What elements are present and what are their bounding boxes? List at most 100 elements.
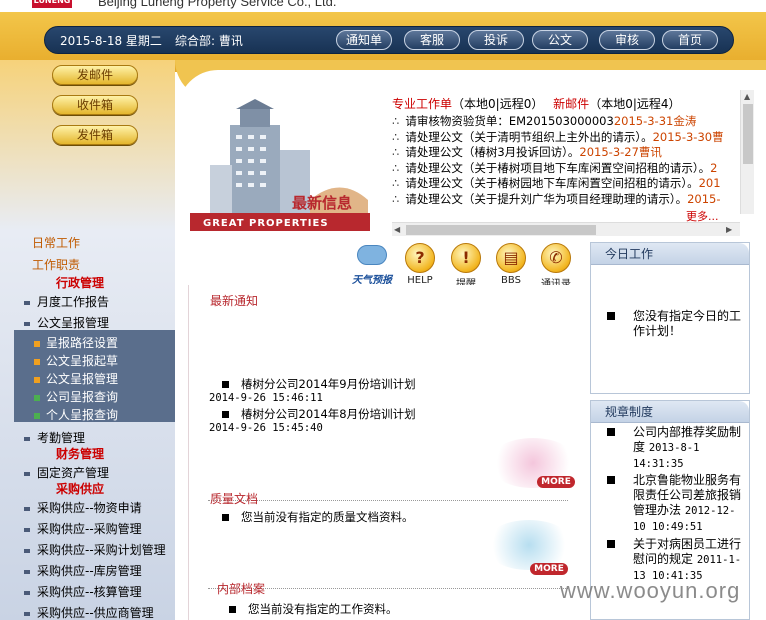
info-row[interactable]: ∴ 请处理公文（关于椿树园地下车库闲置空间招租的请示）。201 <box>392 176 740 192</box>
sidebar-subitem-personal-query[interactable]: 个人呈报查询 <box>34 406 118 423</box>
info-header: 专业工作单（本地0|远程0） 新邮件（本地0|远程4） <box>392 95 681 112</box>
latest-notice-title: 最新通知 <box>210 294 259 308</box>
notice-time: 2014-9-26 15:46:11 <box>209 392 323 404</box>
bullet-icon <box>222 381 229 388</box>
current-user: 综合部: 曹讯 <box>175 34 243 48</box>
info-row[interactable]: ∴ 请处理公文（关于提升刘广华为项目经理助理的请示）。2015- <box>392 192 740 208</box>
new-mail-tab[interactable]: 新邮件 <box>553 97 589 111</box>
scroll-thumb[interactable] <box>743 104 753 164</box>
orange-square-icon <box>34 358 40 365</box>
outbox-button[interactable]: 发件箱 <box>52 125 138 145</box>
green-square-icon <box>34 412 40 419</box>
company-name: Beijing Luneng Property Service Co., Ltd… <box>98 0 337 9</box>
sidebar-subitem-draft[interactable]: 公文呈报起草 <box>34 352 118 369</box>
arrow-icon: ∴ <box>392 114 400 128</box>
bullet-icon <box>607 540 615 548</box>
quality-more-button[interactable]: MORE <box>530 563 568 575</box>
company-logo: LUNENG <box>32 0 72 8</box>
info-row[interactable]: ∴ 请处理公文（关于椿树项目地下车库闲置空间招租的请示）。2 <box>392 161 740 177</box>
sidebar-item-fixed-assets[interactable]: 固定资产管理 <box>24 464 109 481</box>
sidebar-item-monthly-report[interactable]: 月度工作报告 <box>24 293 109 310</box>
arrow-icon: ∴ <box>392 191 400 206</box>
divider <box>208 500 568 501</box>
bullet-icon <box>222 411 229 418</box>
work-order-tab[interactable]: 专业工作单 <box>392 97 452 111</box>
sidebar-item-attendance[interactable]: 考勤管理 <box>24 429 85 446</box>
sidebar-section-daily-work[interactable]: 日常工作 <box>32 234 80 251</box>
notice-time: 2014-9-26 15:45:40 <box>209 422 323 434</box>
quality-empty-message: 您当前没有指定的质量文档资料。 <box>222 509 414 525</box>
sidebar-item-purchase-manage[interactable]: 采购供应--采购管理 <box>24 520 142 537</box>
sidebar-category-admin: 行政管理 <box>56 276 105 290</box>
bullet-icon <box>24 527 30 532</box>
help-icon: ? <box>405 243 435 273</box>
bullet-icon <box>607 428 615 436</box>
weather-tool[interactable]: 天气预报 <box>348 245 396 286</box>
bullet-icon <box>24 506 30 511</box>
new-mail-counts: （本地0|远程4） <box>589 97 681 111</box>
scroll-left-icon[interactable]: ◀ <box>394 225 400 234</box>
scroll-up-icon[interactable]: ▲ <box>744 92 750 101</box>
sidebar-item-supplier[interactable]: 采购供应--供应商管理 <box>24 604 154 620</box>
bullet-icon <box>229 606 236 613</box>
watermark: www.wooyun.org <box>560 578 741 603</box>
notice-item[interactable]: 椿树分公司2014年9月份培训计划 <box>222 376 416 392</box>
inbox-button[interactable]: 收件箱 <box>52 95 138 115</box>
sidebar-item-document-report[interactable]: 公文呈报管理 <box>24 314 109 331</box>
sidebar-category-finance: 财务管理 <box>56 447 105 461</box>
orange-square-icon <box>34 340 40 347</box>
info-vertical-scrollbar[interactable]: ▲ <box>740 90 754 214</box>
nav-review-button[interactable]: 审核 <box>599 30 655 50</box>
nav-customer-service-button[interactable]: 客服 <box>404 30 460 50</box>
sidebar-subitem-company-query[interactable]: 公司呈报查询 <box>34 388 118 405</box>
bullet-icon <box>607 476 615 484</box>
bullet-icon <box>24 436 30 441</box>
bullet-icon <box>222 514 229 521</box>
sidebar-item-purchase-request[interactable]: 采购供应--物资申请 <box>24 499 142 516</box>
send-mail-button[interactable]: 发邮件 <box>52 65 138 85</box>
notice-item[interactable]: 椿树分公司2014年8月份培训计划 <box>222 406 416 422</box>
scroll-thumb[interactable] <box>406 225 596 235</box>
sidebar-item-warehouse[interactable]: 采购供应--库房管理 <box>24 562 142 579</box>
quality-docs-title: 质量文档 <box>210 492 259 506</box>
bullet-icon <box>24 590 30 595</box>
nav-document-button[interactable]: 公文 <box>532 30 588 50</box>
nav-home-button[interactable]: 首页 <box>662 30 718 50</box>
info-horizontal-scrollbar[interactable]: ◀ ▶ <box>392 222 740 236</box>
bullet-icon <box>24 611 30 616</box>
rule-item[interactable]: 公司内部推荐奖励制度 2013-8-1 14:31:35 <box>607 425 747 472</box>
remind-tool[interactable]: ! 提醒 <box>445 243 487 290</box>
nav-complaint-button[interactable]: 投诉 <box>468 30 524 50</box>
internal-archive-title: 内部档案 <box>217 582 266 596</box>
arrow-icon: ∴ <box>392 176 400 190</box>
info-row[interactable]: ∴ 请处理公文（关于清明节组织上主外出的请示）。2015-3-30曹 <box>392 130 740 146</box>
bbs-tool[interactable]: ▤ BBS <box>490 243 532 286</box>
sidebar-subitem-manage[interactable]: 公文呈报管理 <box>34 370 118 387</box>
info-row[interactable]: ∴ 请处理公文（椿树3月投诉回访）。2015-3-27曹讯 <box>392 145 740 161</box>
sidebar-item-purchase-plan[interactable]: 采购供应--采购计划管理 <box>24 541 166 558</box>
work-order-counts: （本地0|远程0） <box>452 97 544 111</box>
weather-icon <box>357 245 387 265</box>
bullet-icon <box>607 312 615 320</box>
bullet-icon <box>24 471 30 476</box>
green-square-icon <box>34 394 40 401</box>
bullet-icon <box>24 548 30 553</box>
sidebar-item-accounting[interactable]: 采购供应--核算管理 <box>24 583 142 600</box>
arrow-icon: ∴ <box>392 145 400 159</box>
rules-title: 规章制度 <box>591 401 749 423</box>
bullet-icon <box>24 300 30 305</box>
rule-item[interactable]: 关于对病困员工进行慰问的规定 2011-1-13 10:41:35 <box>607 537 747 584</box>
help-tool[interactable]: ? HELP <box>399 243 441 286</box>
orange-square-icon <box>34 376 40 383</box>
sidebar-section-duties[interactable]: 工作职责 <box>32 256 80 273</box>
arrow-icon: ∴ <box>392 160 400 175</box>
contacts-tool[interactable]: ✆ 通讯录 <box>535 243 577 290</box>
bullet-icon <box>24 569 30 574</box>
info-row[interactable]: ∴ 请审核物资验货单：EM2015030000032015-3-31金涛 <box>392 114 740 130</box>
nav-notice-button[interactable]: 通知单 <box>336 30 392 50</box>
notice-more-button[interactable]: MORE <box>537 476 575 488</box>
scroll-right-icon[interactable]: ▶ <box>726 225 732 234</box>
internal-empty-message: 您当前没有指定的工作资料。 <box>229 601 398 617</box>
sidebar-subitem-route-settings[interactable]: 呈报路径设置 <box>34 334 118 351</box>
rule-item[interactable]: 北京鲁能物业服务有限责任公司差旅报销管理办法 2012-12-10 10:49:… <box>607 473 747 535</box>
